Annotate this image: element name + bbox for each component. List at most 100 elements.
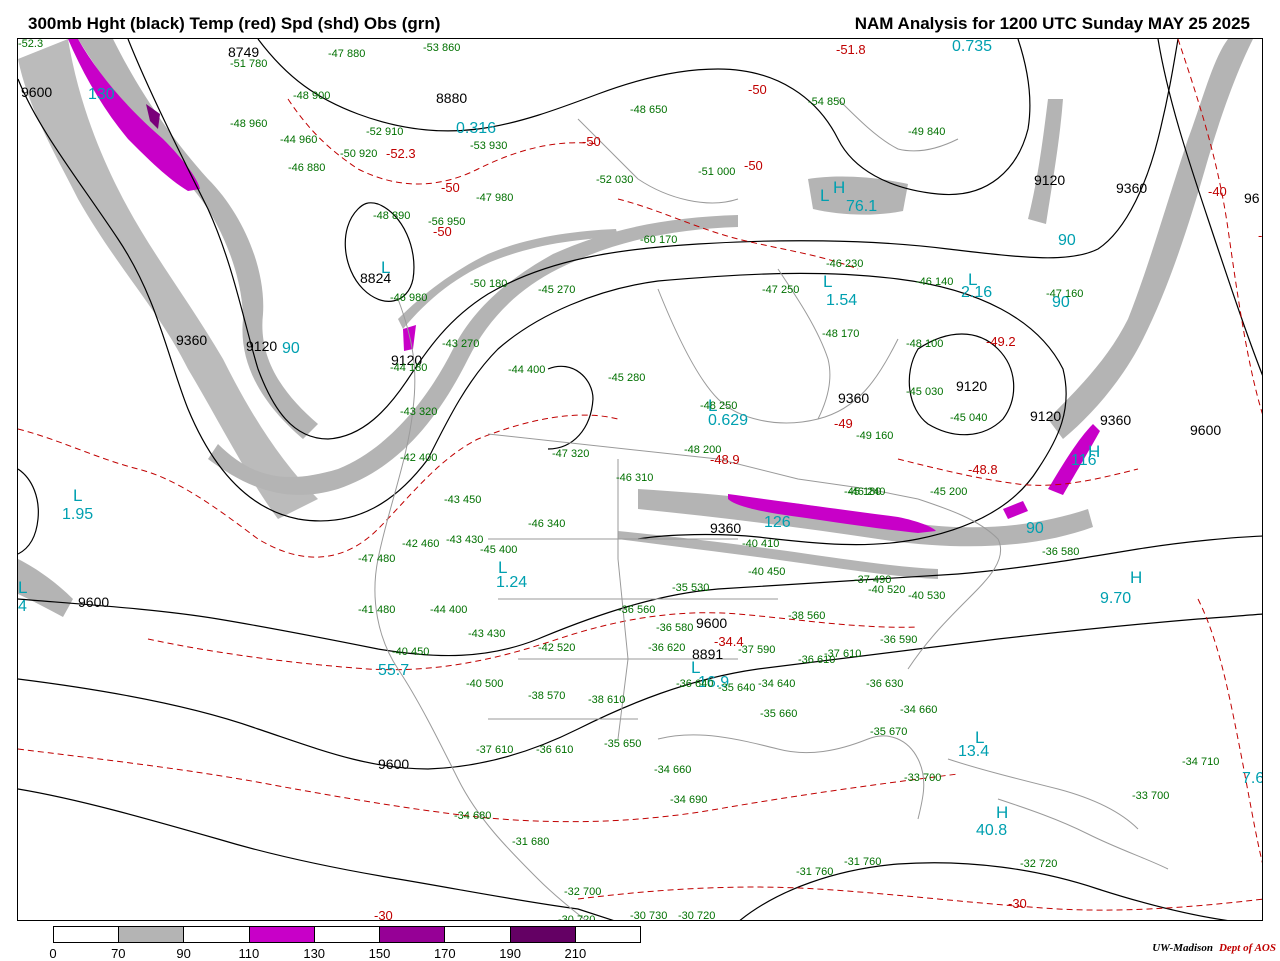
station-observation: -36 630: [866, 678, 904, 690]
station-observation: -52 030: [596, 174, 634, 186]
station-observation: -34 640: [758, 678, 796, 690]
station-observation: -43 450: [444, 494, 482, 506]
high-low-marker: L: [823, 272, 833, 291]
station-observation: -48 170: [822, 328, 860, 340]
station-observation: -47 320: [552, 448, 590, 460]
wind-speed-label: 13.4: [958, 743, 990, 760]
station-observation: -50 180: [470, 278, 508, 290]
high-low-marker: L: [73, 486, 83, 505]
high-low-marker: H: [1130, 568, 1143, 587]
station-observation: -36 620: [648, 642, 686, 654]
legend-swatch: [380, 927, 446, 942]
wind-speed-label: 1.54: [826, 292, 858, 309]
legend-swatch: [119, 927, 185, 942]
high-low-marker: H: [833, 178, 846, 197]
legend-tick-label: 130: [303, 946, 326, 961]
height-label: 9600: [378, 756, 410, 772]
height-label: 9360: [1100, 412, 1132, 428]
station-observation: -48 890: [373, 210, 411, 222]
station-observation: -36 610: [536, 744, 574, 756]
station-observation: -47 250: [762, 284, 800, 296]
station-observation: -47 160: [1046, 288, 1084, 300]
station-observation: -30 720: [558, 914, 596, 921]
station-observation: -37 610: [824, 648, 862, 660]
legend-swatch: [184, 927, 250, 942]
station-observation: -33 700: [1132, 790, 1170, 802]
station-observation: -41 480: [358, 604, 396, 616]
station-observation: -30 730: [630, 910, 668, 921]
station-observation: -53 930: [470, 140, 508, 152]
legend-swatch: [575, 927, 640, 942]
legend-tick-label: 90: [176, 946, 191, 961]
station-observation: -32 720: [1020, 858, 1058, 870]
wind-speed-label: 0.316: [456, 120, 497, 137]
temperature-label: -40: [1258, 228, 1263, 243]
legend-tick-label: 70: [111, 946, 126, 961]
station-observation: -38 560: [788, 610, 826, 622]
station-observation: -38 610: [588, 694, 626, 706]
station-observation: -46 240: [848, 486, 886, 498]
station-observation: -33 700: [904, 772, 942, 784]
height-label: 9600: [1190, 422, 1222, 438]
station-observation: -36 580: [656, 622, 694, 634]
temperature-label: -40: [1208, 184, 1227, 199]
height-label: 8749: [228, 44, 260, 60]
legend-swatch: [249, 927, 315, 942]
height-label: 9120: [1030, 408, 1062, 424]
high-low-marker: L: [691, 658, 701, 677]
station-observation: -31 760: [844, 856, 882, 868]
station-observation: -40 450: [748, 566, 786, 578]
station-observation: -48 960: [230, 118, 268, 130]
station-observation: -36 640: [676, 678, 714, 690]
station-observation: -43 270: [442, 338, 480, 350]
station-observation: -43 320: [400, 406, 438, 418]
station-observation: -37 590: [738, 644, 776, 656]
credit-line: UW-Madison Dept of AOS: [1152, 942, 1276, 954]
station-observation: -40 530: [908, 590, 946, 602]
legend-tick-label: 0: [49, 946, 57, 961]
station-observation: -44 180: [390, 362, 428, 374]
station-observation: -45 270: [538, 284, 576, 296]
station-observation: -45 200: [930, 486, 968, 498]
height-label: 8880: [436, 90, 468, 106]
legend-tick-label: 170: [433, 946, 456, 961]
station-observation: -49 160: [856, 430, 894, 442]
temperature-label: -49.2: [986, 334, 1016, 349]
station-observation: -31 680: [512, 836, 550, 848]
high-low-marker: L: [18, 578, 28, 597]
station-observation: -34 690: [670, 794, 708, 806]
station-observation: -51 000: [698, 166, 736, 178]
wind-speed-label: 55.7: [378, 662, 410, 679]
high-low-marker: H: [1088, 442, 1101, 461]
height-label: 96: [1244, 190, 1260, 206]
station-observation: -40 450: [392, 646, 430, 658]
speed-color-legend: [53, 926, 641, 943]
station-observation: -38 570: [528, 690, 566, 702]
wind-speed-shading: [18, 39, 1253, 617]
high-low-marker: H: [996, 803, 1009, 822]
station-observation: -46 880: [288, 162, 326, 174]
station-observation: -35 530: [672, 582, 710, 594]
height-label: 9600: [696, 615, 728, 631]
legend-tick-label: 110: [238, 946, 260, 961]
station-observation: -43 430: [468, 628, 506, 640]
analysis-valid-time: NAM Analysis for 1200 UTC Sunday MAY 25 …: [854, 14, 1250, 33]
station-observation: -40 500: [466, 678, 504, 690]
station-observation: -46 980: [390, 292, 428, 304]
station-observation: -46 230: [826, 258, 864, 270]
station-observation: -34 710: [1182, 756, 1220, 768]
height-label: 9360: [838, 390, 870, 406]
station-observation: -35 670: [870, 726, 908, 738]
station-observation: -46 140: [916, 276, 954, 288]
station-observation: -52.3: [18, 38, 44, 50]
temperature-label: -50: [441, 180, 460, 195]
legend-swatch: [510, 927, 576, 942]
station-observation: -34 660: [900, 704, 938, 716]
high-low-marker: L: [975, 728, 985, 747]
station-observation: -30 720: [678, 910, 716, 921]
station-observation: -60 170: [640, 234, 678, 246]
wind-speed-label: 1.24: [496, 574, 528, 591]
station-observation: -45 030: [906, 386, 944, 398]
station-observation: -37 610: [476, 744, 514, 756]
station-observation: -36 560: [618, 604, 656, 616]
